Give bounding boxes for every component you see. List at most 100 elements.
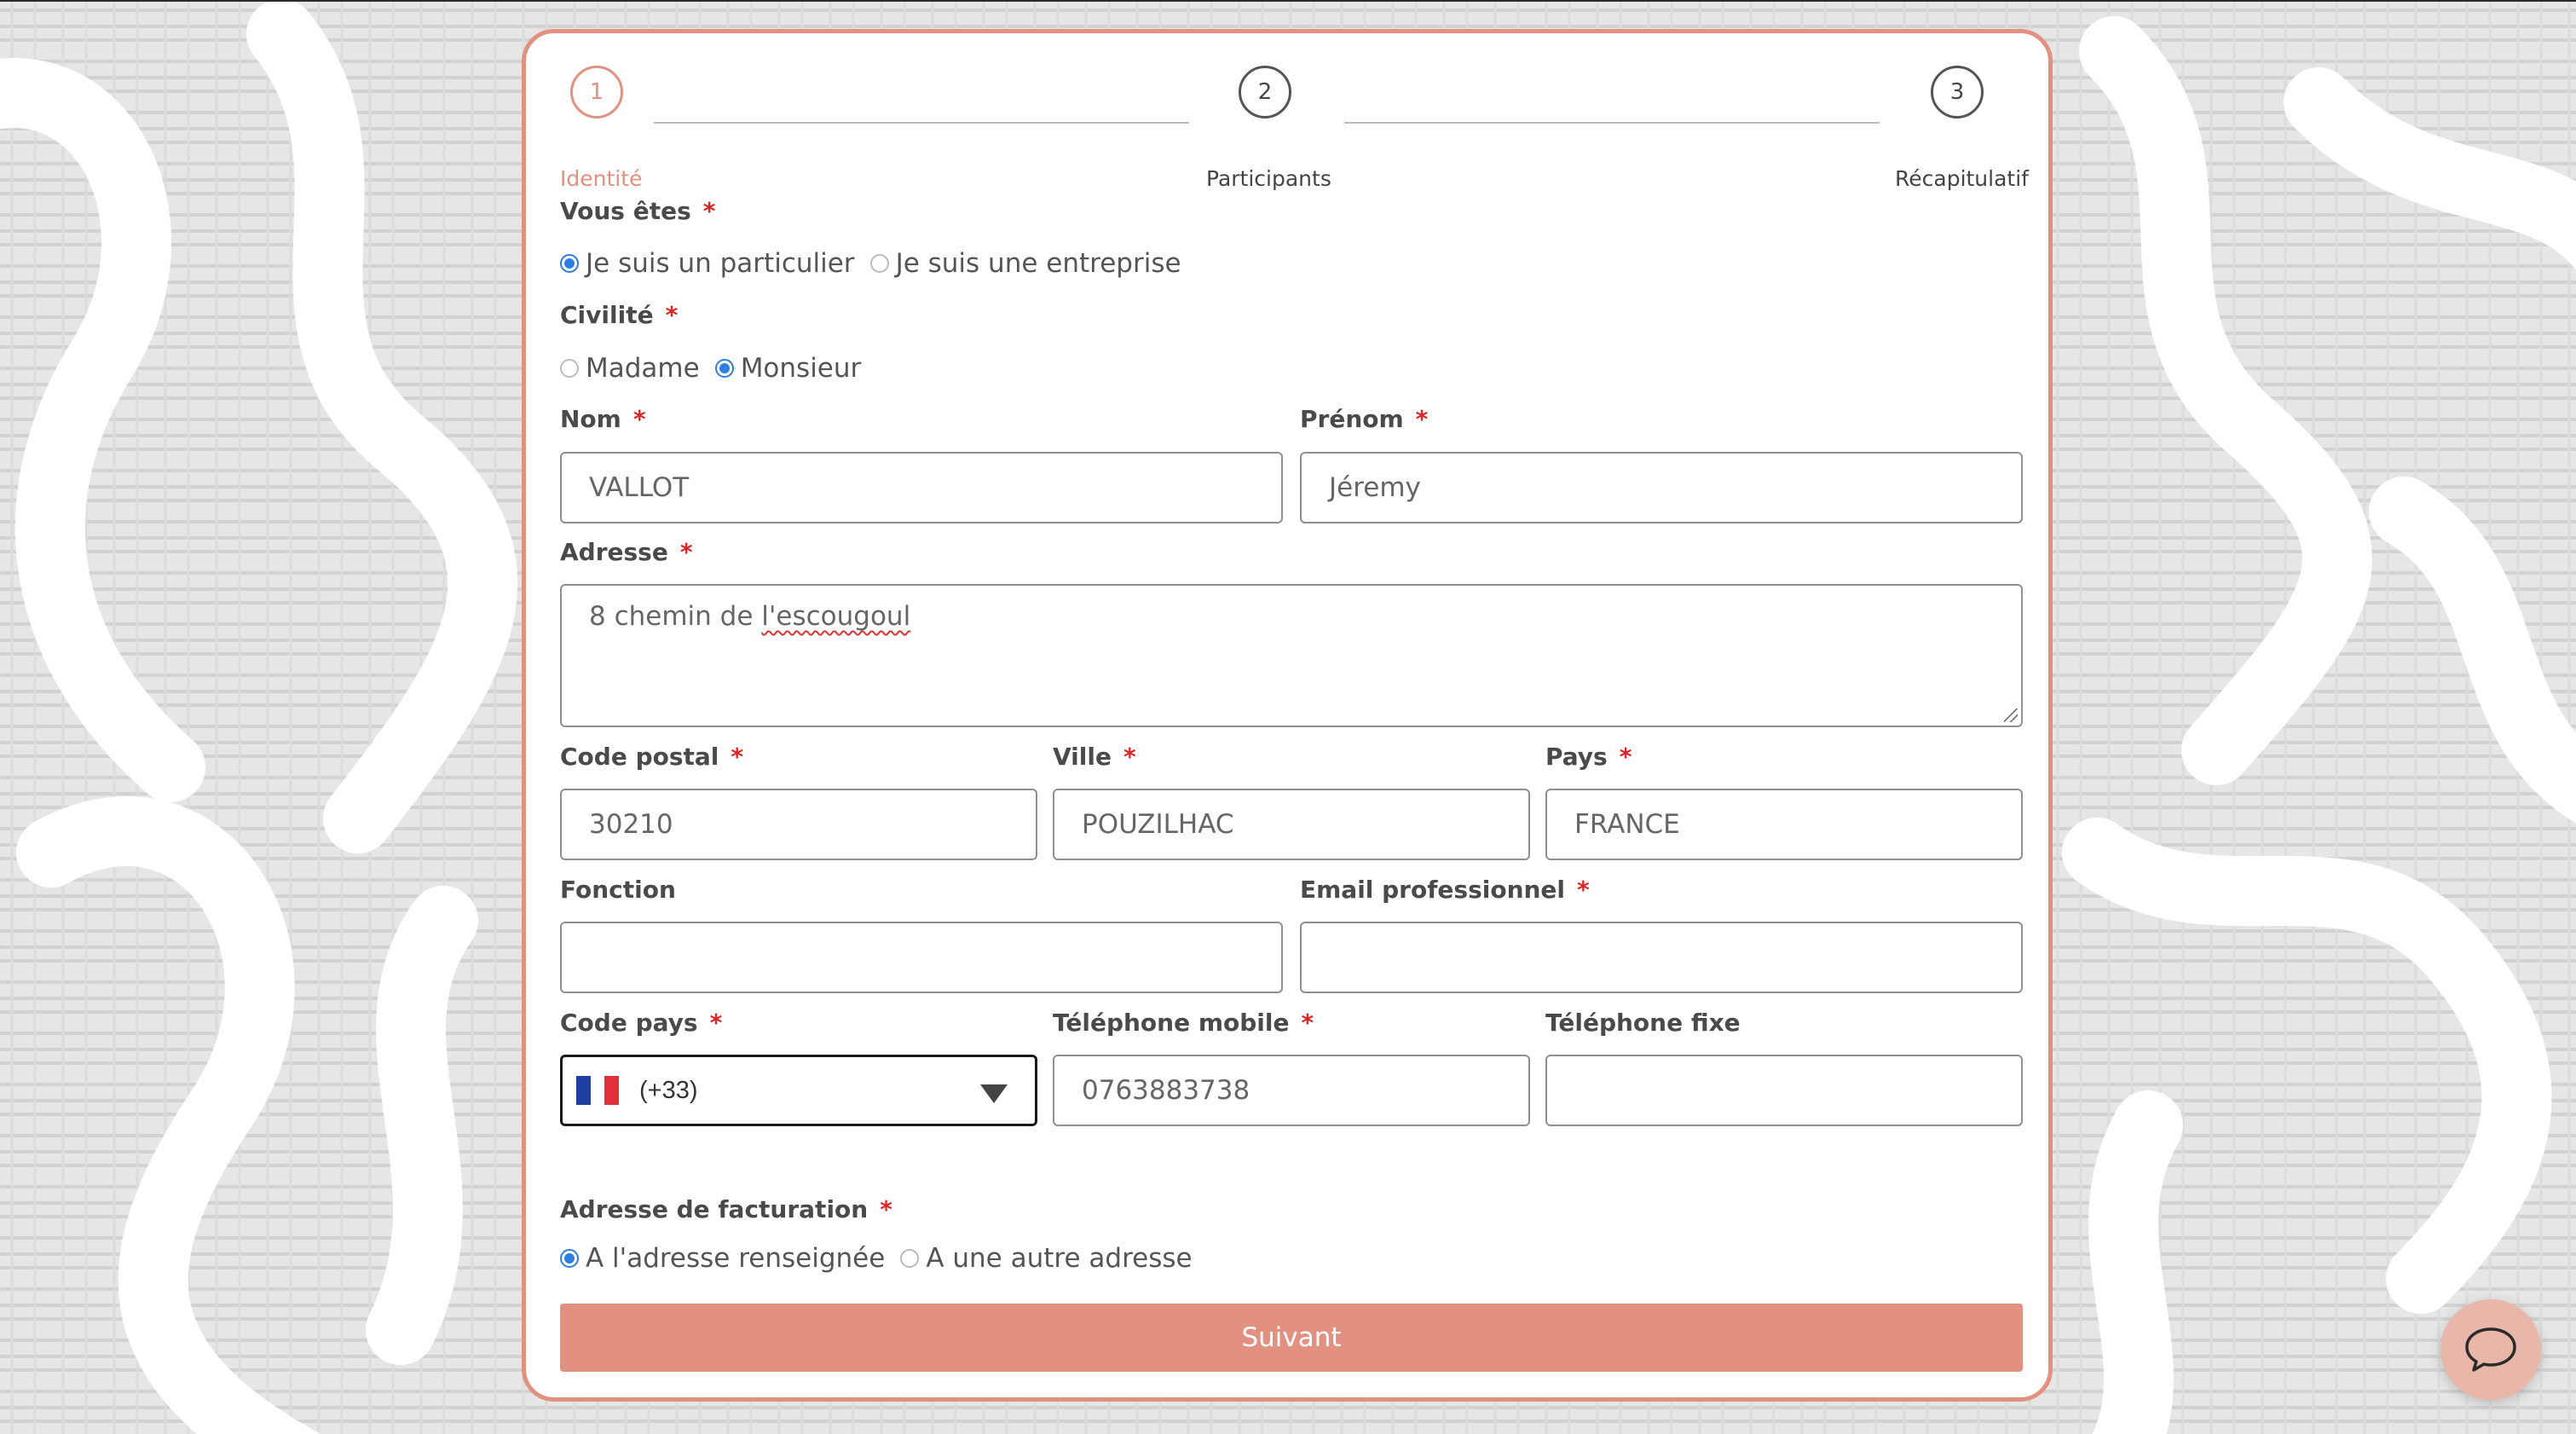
- step-3-label: Récapitulatif: [1895, 166, 2029, 191]
- ville-value: POUZILHAC: [1082, 809, 1234, 840]
- adresse-value-text: 8 chemin de: [589, 601, 762, 632]
- code-postal-label: Code postal *: [560, 743, 743, 771]
- radio-adresse-renseignee[interactable]: A l'adresse renseignée: [560, 1243, 885, 1274]
- nom-label: Nom *: [560, 405, 646, 433]
- required-mark: *: [1577, 876, 1590, 904]
- adresse-value: 8 chemin de l'escougoul: [589, 601, 910, 632]
- radio-particulier-label: Je suis un particulier: [586, 248, 855, 279]
- radio-monsieur[interactable]: Monsieur: [714, 353, 862, 384]
- required-mark: *: [702, 197, 716, 225]
- flag-stripe-blue: [576, 1076, 591, 1105]
- france-flag-icon: [576, 1076, 620, 1105]
- vous-etes-label-text: Vous êtes: [560, 197, 691, 225]
- step-connector-2: [1344, 122, 1880, 124]
- chevron-down-icon: [980, 1084, 1008, 1103]
- civilite-label: Civilité *: [560, 301, 678, 329]
- step-1-label: Identité: [560, 166, 643, 191]
- facturation-label: Adresse de facturation *: [560, 1195, 892, 1223]
- prenom-label-text: Prénom: [1300, 405, 1404, 433]
- vous-etes-radio-group: Je suis un particulier Je suis une entre…: [560, 248, 1197, 279]
- prenom-label: Prénom *: [1300, 405, 1428, 433]
- required-mark: *: [1415, 405, 1429, 433]
- step-2-number: 2: [1257, 79, 1273, 105]
- required-mark: *: [679, 538, 693, 566]
- adresse-label: Adresse *: [560, 538, 693, 566]
- radio-autre-adresse[interactable]: A une autre adresse: [900, 1243, 1193, 1274]
- code-pays-select[interactable]: (+33): [560, 1055, 1037, 1126]
- radio-entreprise-control[interactable]: [869, 254, 889, 273]
- suivant-button-label: Suivant: [1241, 1322, 1342, 1353]
- pays-value: FRANCE: [1574, 809, 1680, 840]
- chat-bubble-icon: [2465, 1327, 2516, 1372]
- tel-mobile-label-text: Téléphone mobile: [1053, 1009, 1290, 1037]
- ville-label-text: Ville: [1053, 743, 1112, 771]
- nom-input[interactable]: VALLOT: [560, 452, 1283, 523]
- pays-label-text: Pays: [1545, 743, 1608, 771]
- facturation-radio-group: A l'adresse renseignée A une autre adres…: [560, 1243, 1208, 1274]
- radio-particulier-control[interactable]: [560, 254, 579, 273]
- registration-form-card: 1 2 3 Identité Participants Récapitulati…: [522, 29, 2053, 1402]
- tel-fixe-input[interactable]: [1545, 1055, 2023, 1126]
- required-mark: *: [1619, 743, 1632, 771]
- prenom-input[interactable]: Jéremy: [1300, 452, 2023, 523]
- tel-mobile-input[interactable]: 0763883738: [1053, 1055, 1530, 1126]
- radio-monsieur-label: Monsieur: [740, 353, 862, 384]
- window-top-border: [0, 0, 2576, 2]
- code-postal-label-text: Code postal: [560, 743, 719, 771]
- radio-autre-adresse-control[interactable]: [900, 1249, 920, 1268]
- prenom-value: Jéremy: [1329, 472, 1421, 503]
- flag-stripe-red: [604, 1076, 620, 1105]
- radio-monsieur-control[interactable]: [714, 359, 734, 378]
- nom-label-text: Nom: [560, 405, 621, 433]
- radio-entreprise[interactable]: Je suis une entreprise: [869, 248, 1181, 279]
- radio-madame-label: Madame: [586, 353, 700, 384]
- step-connector-1: [654, 122, 1189, 124]
- pays-label: Pays *: [1545, 743, 1632, 771]
- stepper: 1 2 3 Identité Participants Récapitulati…: [560, 66, 2029, 194]
- required-mark: *: [880, 1195, 892, 1223]
- adresse-textarea[interactable]: 8 chemin de l'escougoul: [560, 584, 2023, 727]
- email-pro-label-text: Email professionnel: [1300, 876, 1566, 904]
- radio-autre-adresse-label: A une autre adresse: [926, 1243, 1193, 1274]
- nom-value: VALLOT: [589, 472, 690, 503]
- civilite-radio-group: Madame Monsieur: [560, 353, 876, 384]
- ville-label: Ville *: [1053, 743, 1136, 771]
- code-postal-input[interactable]: 30210: [560, 789, 1037, 860]
- adresse-label-text: Adresse: [560, 538, 668, 566]
- code-postal-value: 30210: [589, 809, 673, 840]
- step-3-number: 3: [1949, 79, 1965, 105]
- vous-etes-label: Vous êtes *: [560, 197, 715, 225]
- fonction-label: Fonction: [560, 876, 676, 904]
- tel-mobile-label: Téléphone mobile *: [1053, 1009, 1314, 1037]
- step-3-circle[interactable]: 3: [1931, 66, 1984, 119]
- step-1-circle[interactable]: 1: [570, 66, 623, 119]
- code-pays-value: (+33): [639, 1076, 698, 1104]
- ville-input[interactable]: POUZILHAC: [1053, 789, 1530, 860]
- tel-fixe-label: Téléphone fixe: [1545, 1009, 1741, 1037]
- radio-particulier[interactable]: Je suis un particulier: [560, 248, 855, 279]
- radio-madame-control[interactable]: [560, 359, 579, 378]
- required-mark: *: [709, 1009, 723, 1037]
- required-mark: *: [665, 301, 679, 329]
- email-pro-input[interactable]: [1300, 922, 2023, 993]
- tel-fixe-label-text: Téléphone fixe: [1545, 1009, 1741, 1037]
- chat-widget-button[interactable]: [2440, 1299, 2541, 1400]
- tel-mobile-value: 0763883738: [1082, 1075, 1250, 1106]
- fonction-label-text: Fonction: [560, 876, 676, 904]
- spellcheck-flagged-word: l'escougoul: [761, 601, 911, 632]
- civilite-label-text: Civilité: [560, 301, 654, 329]
- step-2-label: Participants: [1206, 166, 1331, 191]
- radio-madame[interactable]: Madame: [560, 353, 700, 384]
- pays-input[interactable]: FRANCE: [1545, 789, 2023, 860]
- facturation-label-text: Adresse de facturation: [560, 1195, 869, 1223]
- suivant-button[interactable]: Suivant: [560, 1304, 2023, 1372]
- radio-adresse-renseignee-control[interactable]: [560, 1249, 579, 1268]
- required-mark: *: [1301, 1009, 1314, 1037]
- resize-handle-icon[interactable]: [2004, 708, 2018, 722]
- radio-entreprise-label: Je suis une entreprise: [895, 248, 1181, 279]
- step-2-circle[interactable]: 2: [1239, 66, 1291, 119]
- required-mark: *: [632, 405, 646, 433]
- code-pays-label-text: Code pays: [560, 1009, 698, 1037]
- fonction-input[interactable]: [560, 922, 1283, 993]
- flag-stripe-white: [590, 1076, 605, 1105]
